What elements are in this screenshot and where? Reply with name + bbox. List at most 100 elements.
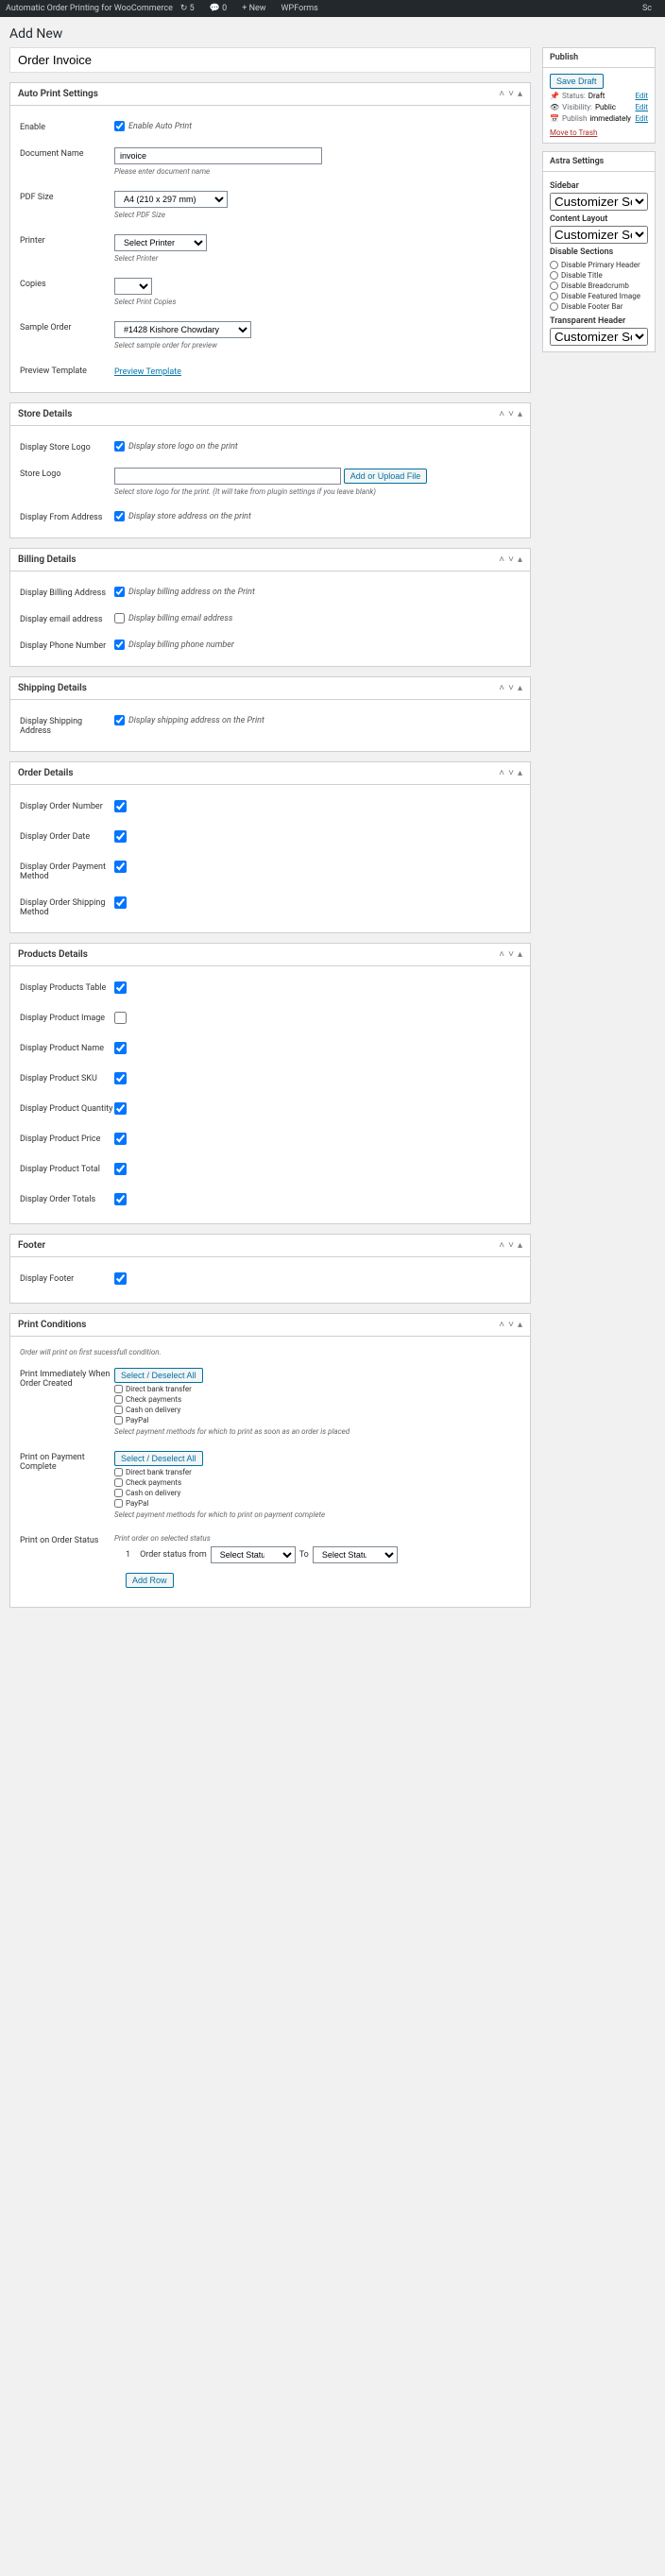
pm-cod-checkbox[interactable]	[114, 1406, 123, 1414]
pin-icon: 📌	[550, 92, 559, 100]
page-title: Add New	[9, 26, 656, 42]
billing-phone-checkbox[interactable]	[114, 640, 125, 650]
preview-label: Preview Template	[20, 365, 114, 377]
docname-input[interactable]	[114, 147, 322, 164]
wpforms-link[interactable]: WPForms	[281, 4, 318, 13]
order-totals-checkbox[interactable]	[114, 1193, 127, 1205]
chevron-down-icon[interactable]: ˅	[508, 1320, 514, 1330]
admin-bar: Automatic Order Printing for WooCommerce…	[0, 0, 665, 17]
order-number-checkbox[interactable]	[114, 800, 127, 812]
shipping-addr-checkbox[interactable]	[114, 715, 125, 725]
status-to-select[interactable]: Select Status	[313, 1546, 398, 1563]
chevron-up-icon[interactable]: ˄	[499, 1320, 504, 1330]
copies-select[interactable]: 1	[114, 278, 152, 295]
new-link[interactable]: + New	[242, 4, 273, 13]
add-row-button[interactable]: Add Row	[126, 1573, 174, 1588]
pm-check-checkbox[interactable]	[114, 1395, 123, 1404]
store-logo-input[interactable]	[114, 468, 341, 485]
ds-breadcrumb-radio[interactable]	[550, 281, 558, 290]
billing-email-checkbox[interactable]	[114, 613, 125, 623]
store-logo-display-checkbox[interactable]	[114, 441, 125, 452]
sample-select[interactable]: #1428 Kishore Chowdary	[114, 321, 251, 338]
chevron-up-icon[interactable]: ˄	[499, 89, 504, 99]
pm-bank-checkbox[interactable]	[114, 1385, 123, 1393]
toggle-icon[interactable]: ▴	[518, 554, 522, 565]
chevron-down-icon[interactable]: ˅	[508, 554, 514, 565]
product-qty-checkbox[interactable]	[114, 1102, 127, 1115]
updates-icon[interactable]: ↻ 5	[180, 4, 202, 13]
products-table-checkbox[interactable]	[114, 981, 127, 994]
product-price-checkbox[interactable]	[114, 1133, 127, 1145]
toggle-icon[interactable]: ▴	[518, 768, 522, 778]
toggle-icon[interactable]: ▴	[518, 683, 522, 693]
toggle-icon[interactable]: ▴	[518, 1240, 522, 1251]
chevron-up-icon[interactable]: ˄	[499, 554, 504, 565]
publish-box: Publish Save Draft 📌Status:DraftEdit 👁Vi…	[542, 47, 656, 144]
save-draft-button[interactable]: Save Draft	[550, 74, 604, 89]
chevron-down-icon[interactable]: ˅	[508, 1240, 514, 1251]
edit-visibility-link[interactable]: Edit	[635, 103, 648, 111]
astra-layout-select[interactable]: Customizer Setting	[550, 226, 648, 244]
pdfsize-select[interactable]: A4 (210 x 297 mm)	[114, 191, 228, 208]
post-title-input[interactable]	[9, 47, 531, 73]
preview-link[interactable]: Preview Template	[114, 367, 181, 377]
toggle-icon[interactable]: ▴	[518, 1320, 522, 1330]
pc-cod-checkbox[interactable]	[114, 1489, 123, 1497]
section-title: Billing Details	[18, 554, 499, 565]
section-title: Auto Print Settings	[18, 89, 499, 99]
toggle-icon[interactable]: ▴	[518, 409, 522, 419]
chevron-up-icon[interactable]: ˄	[499, 768, 504, 778]
pc-paypal-checkbox[interactable]	[114, 1499, 123, 1508]
footer-checkbox[interactable]	[114, 1272, 127, 1285]
toggle-icon[interactable]: ▴	[518, 89, 522, 99]
site-name[interactable]: Automatic Order Printing for WooCommerce	[6, 4, 173, 13]
pc-check-checkbox[interactable]	[114, 1478, 123, 1487]
chevron-up-icon[interactable]: ˄	[499, 683, 504, 693]
edit-publish-link[interactable]: Edit	[635, 114, 648, 123]
printer-select[interactable]: Select Printer	[114, 234, 207, 251]
sample-label: Sample Order	[20, 321, 114, 350]
astra-transparent-select[interactable]: Customizer Setting	[550, 328, 648, 346]
toggle-icon[interactable]: ▴	[518, 949, 522, 960]
chevron-down-icon[interactable]: ˅	[508, 949, 514, 960]
select-deselect-button[interactable]: Select / Deselect All	[114, 1451, 203, 1466]
astra-box: Astra Settings Sidebar Customizer Settin…	[542, 151, 656, 352]
move-to-trash-link[interactable]: Move to Trash	[550, 128, 597, 137]
billing-addr-checkbox[interactable]	[114, 587, 125, 597]
condition-note: Order will print on first sucessfull con…	[20, 1348, 520, 1356]
order-shipping-checkbox[interactable]	[114, 896, 127, 909]
chevron-up-icon[interactable]: ˄	[499, 949, 504, 960]
edit-status-link[interactable]: Edit	[635, 92, 648, 100]
shipping-metabox: Shipping Details˄˅▴ Display Shipping Add…	[9, 676, 531, 752]
chevron-up-icon[interactable]: ˄	[499, 409, 504, 419]
comments-icon[interactable]: 💬 0	[210, 4, 235, 13]
chevron-up-icon[interactable]: ˄	[499, 1240, 504, 1251]
screen-options[interactable]: Sc	[642, 4, 652, 13]
chevron-down-icon[interactable]: ˅	[508, 683, 514, 693]
product-image-checkbox[interactable]	[114, 1012, 127, 1024]
ds-primary-radio[interactable]	[550, 261, 558, 269]
products-metabox: Products Details˄˅▴ Display Products Tab…	[9, 943, 531, 1224]
store-metabox: Store Details˄˅▴ Display Store LogoDispl…	[9, 402, 531, 538]
select-deselect-button[interactable]: Select / Deselect All	[114, 1368, 203, 1383]
upload-file-button[interactable]: Add or Upload File	[344, 469, 428, 484]
product-total-checkbox[interactable]	[114, 1163, 127, 1175]
chevron-down-icon[interactable]: ˅	[508, 768, 514, 778]
chevron-down-icon[interactable]: ˅	[508, 89, 514, 99]
ds-footer-radio[interactable]	[550, 302, 558, 311]
order-payment-checkbox[interactable]	[114, 861, 127, 873]
enable-label: Enable	[20, 121, 114, 132]
from-address-checkbox[interactable]	[114, 511, 125, 521]
ds-title-radio[interactable]	[550, 271, 558, 280]
pc-bank-checkbox[interactable]	[114, 1468, 123, 1476]
ds-featured-radio[interactable]	[550, 292, 558, 300]
pm-paypal-checkbox[interactable]	[114, 1416, 123, 1424]
chevron-down-icon[interactable]: ˅	[508, 409, 514, 419]
product-name-checkbox[interactable]	[114, 1042, 127, 1054]
astra-sidebar-select[interactable]: Customizer Setting	[550, 193, 648, 211]
enable-checkbox[interactable]	[114, 121, 125, 131]
product-sku-checkbox[interactable]	[114, 1072, 127, 1084]
order-date-checkbox[interactable]	[114, 830, 127, 843]
section-title: Print Conditions	[18, 1320, 499, 1330]
status-from-select[interactable]: Select Status	[211, 1546, 296, 1563]
